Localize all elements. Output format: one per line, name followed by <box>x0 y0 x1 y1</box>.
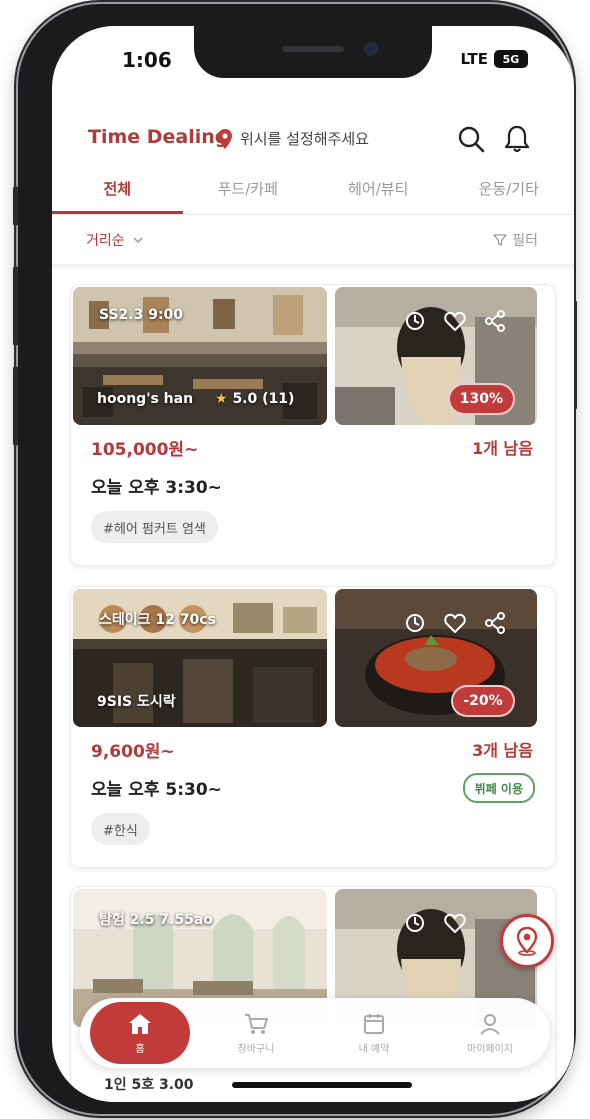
service-badge: 뷔페 이용 <box>462 773 535 803</box>
deal-main-image[interactable]: SS2.3 9:00 hoong's han ★ 5.0 (11) <box>73 287 327 425</box>
deal-card[interactable]: 탐험 2.5 7.55ao <box>70 886 556 1102</box>
tab-hair-beauty[interactable]: 헤어/뷰티 <box>313 170 444 214</box>
cart-icon <box>245 1013 268 1034</box>
filter-bar: 거리순 필터 <box>52 222 574 260</box>
deal-remaining: 3개 남음 <box>472 741 533 760</box>
bottom-nav: 홈 장바구니 내 예약 마이페이지 <box>80 998 550 1068</box>
nav-mypage[interactable]: 마이페이지 <box>440 998 540 1068</box>
sort-dropdown[interactable]: 거리순 <box>86 230 143 250</box>
nav-cart-label: 장바구니 <box>237 1043 275 1055</box>
heart-icon[interactable] <box>443 611 467 635</box>
location-pin-icon <box>516 926 538 956</box>
deal-tag[interactable]: #한식 <box>91 813 150 845</box>
deal-side-image[interactable]: 130% <box>335 287 537 425</box>
star-icon: ★ <box>215 391 228 407</box>
volume-down-button <box>13 366 18 446</box>
nav-reservations-label: 내 예약 <box>358 1043 390 1055</box>
share-alt-icon[interactable] <box>403 911 427 935</box>
app-header: Time Dealing 위시를 설정해주세요 <box>52 118 574 162</box>
network-label: LTE <box>460 50 488 68</box>
location-selector[interactable]: 위시를 설정해주세요 <box>218 128 369 149</box>
home-indicator <box>232 1082 412 1088</box>
discount-badge: -20% <box>451 685 515 717</box>
filter-label: 필터 <box>512 233 538 249</box>
share-icon[interactable] <box>483 611 507 635</box>
heart-icon[interactable] <box>443 309 467 333</box>
nav-cart[interactable]: 장바구니 <box>206 998 306 1068</box>
nav-reservations[interactable]: 내 예약 <box>324 998 424 1068</box>
bell-icon[interactable] <box>502 124 532 154</box>
deal-action-icons <box>403 611 507 635</box>
volume-up-button <box>13 266 18 346</box>
deal-action-icons <box>403 911 467 935</box>
tabs-divider <box>52 214 574 215</box>
deal-card[interactable]: 스테이크 12 70cs 9SIS 도시락 -20% 9,600원~ 3개 남음… <box>70 586 556 868</box>
screen: 1:06 LTE 5G Time Dealing 위시를 설정해주세요 전체 푸… <box>52 26 574 1102</box>
nav-home[interactable]: 홈 <box>90 1002 190 1064</box>
user-icon <box>480 1013 500 1035</box>
deal-store-name: hoong's han <box>97 391 194 407</box>
calendar-icon <box>364 1013 384 1034</box>
nav-home-label: 홈 <box>135 1043 145 1055</box>
filter-icon <box>493 234 507 246</box>
deal-time: 오늘 오후 5:30~ <box>91 780 222 800</box>
sort-label: 거리순 <box>86 233 125 249</box>
deal-overlay-top: 탐험 2.5 7.55ao <box>99 912 213 928</box>
notch <box>194 26 432 78</box>
deal-rating: ★ 5.0 (11) <box>215 391 294 407</box>
deal-time-partial: 1인 5호 3.00 <box>104 1077 194 1093</box>
share-alt-icon[interactable] <box>403 309 427 333</box>
deal-price: 9,600원~ <box>91 742 175 762</box>
tab-food-cafe[interactable]: 푸드/카페 <box>183 170 314 214</box>
silent-switch <box>13 186 18 226</box>
deal-overlay-top: SS2.3 9:00 <box>99 307 184 323</box>
filter-bar-shadow <box>52 264 574 270</box>
chevron-down-icon <box>133 237 143 244</box>
front-camera <box>364 42 378 56</box>
deal-store-name: 9SIS 도시락 <box>97 694 176 710</box>
deal-card[interactable]: SS2.3 9:00 hoong's han ★ 5.0 (11) 130% 1… <box>70 284 556 566</box>
nav-mypage-label: 마이페이지 <box>467 1043 513 1055</box>
home-icon <box>129 1013 151 1034</box>
share-alt-icon[interactable] <box>403 611 427 635</box>
brand-logo[interactable]: Time Dealing <box>88 126 228 148</box>
deal-time: 오늘 오후 3:30~ <box>91 478 222 498</box>
phone-frame: 1:06 LTE 5G Time Dealing 위시를 설정해주세요 전체 푸… <box>13 4 577 1114</box>
status-indicators: LTE 5G <box>460 50 528 68</box>
filter-button[interactable]: 필터 <box>493 230 538 250</box>
my-location-button[interactable] <box>500 914 554 968</box>
tab-all[interactable]: 전체 <box>52 170 183 214</box>
category-tabs: 전체 푸드/카페 헤어/뷰티 운동/기타 <box>52 170 574 214</box>
deal-overlay-top: 스테이크 12 70cs <box>99 612 216 628</box>
tab-exercise-etc[interactable]: 운동/기타 <box>444 170 575 214</box>
heart-icon[interactable] <box>443 911 467 935</box>
status-time: 1:06 <box>122 48 172 72</box>
share-icon[interactable] <box>483 309 507 333</box>
deal-action-icons <box>403 309 507 333</box>
deal-remaining: 1개 남음 <box>472 439 533 458</box>
battery-icon: 5G <box>494 50 528 68</box>
deal-side-image[interactable]: -20% <box>335 589 537 727</box>
deal-tag[interactable]: #헤어 펌커트 염색 <box>91 511 218 543</box>
speaker <box>282 46 344 52</box>
deal-price: 105,000원~ <box>91 440 199 460</box>
deal-main-image[interactable]: 스테이크 12 70cs 9SIS 도시락 <box>73 589 327 727</box>
location-label: 위시를 설정해주세요 <box>240 130 369 148</box>
search-icon[interactable] <box>456 124 486 154</box>
location-pin-icon <box>218 128 232 149</box>
deal-rating-value: 5.0 (11) <box>232 391 295 407</box>
discount-badge: 130% <box>447 383 515 415</box>
